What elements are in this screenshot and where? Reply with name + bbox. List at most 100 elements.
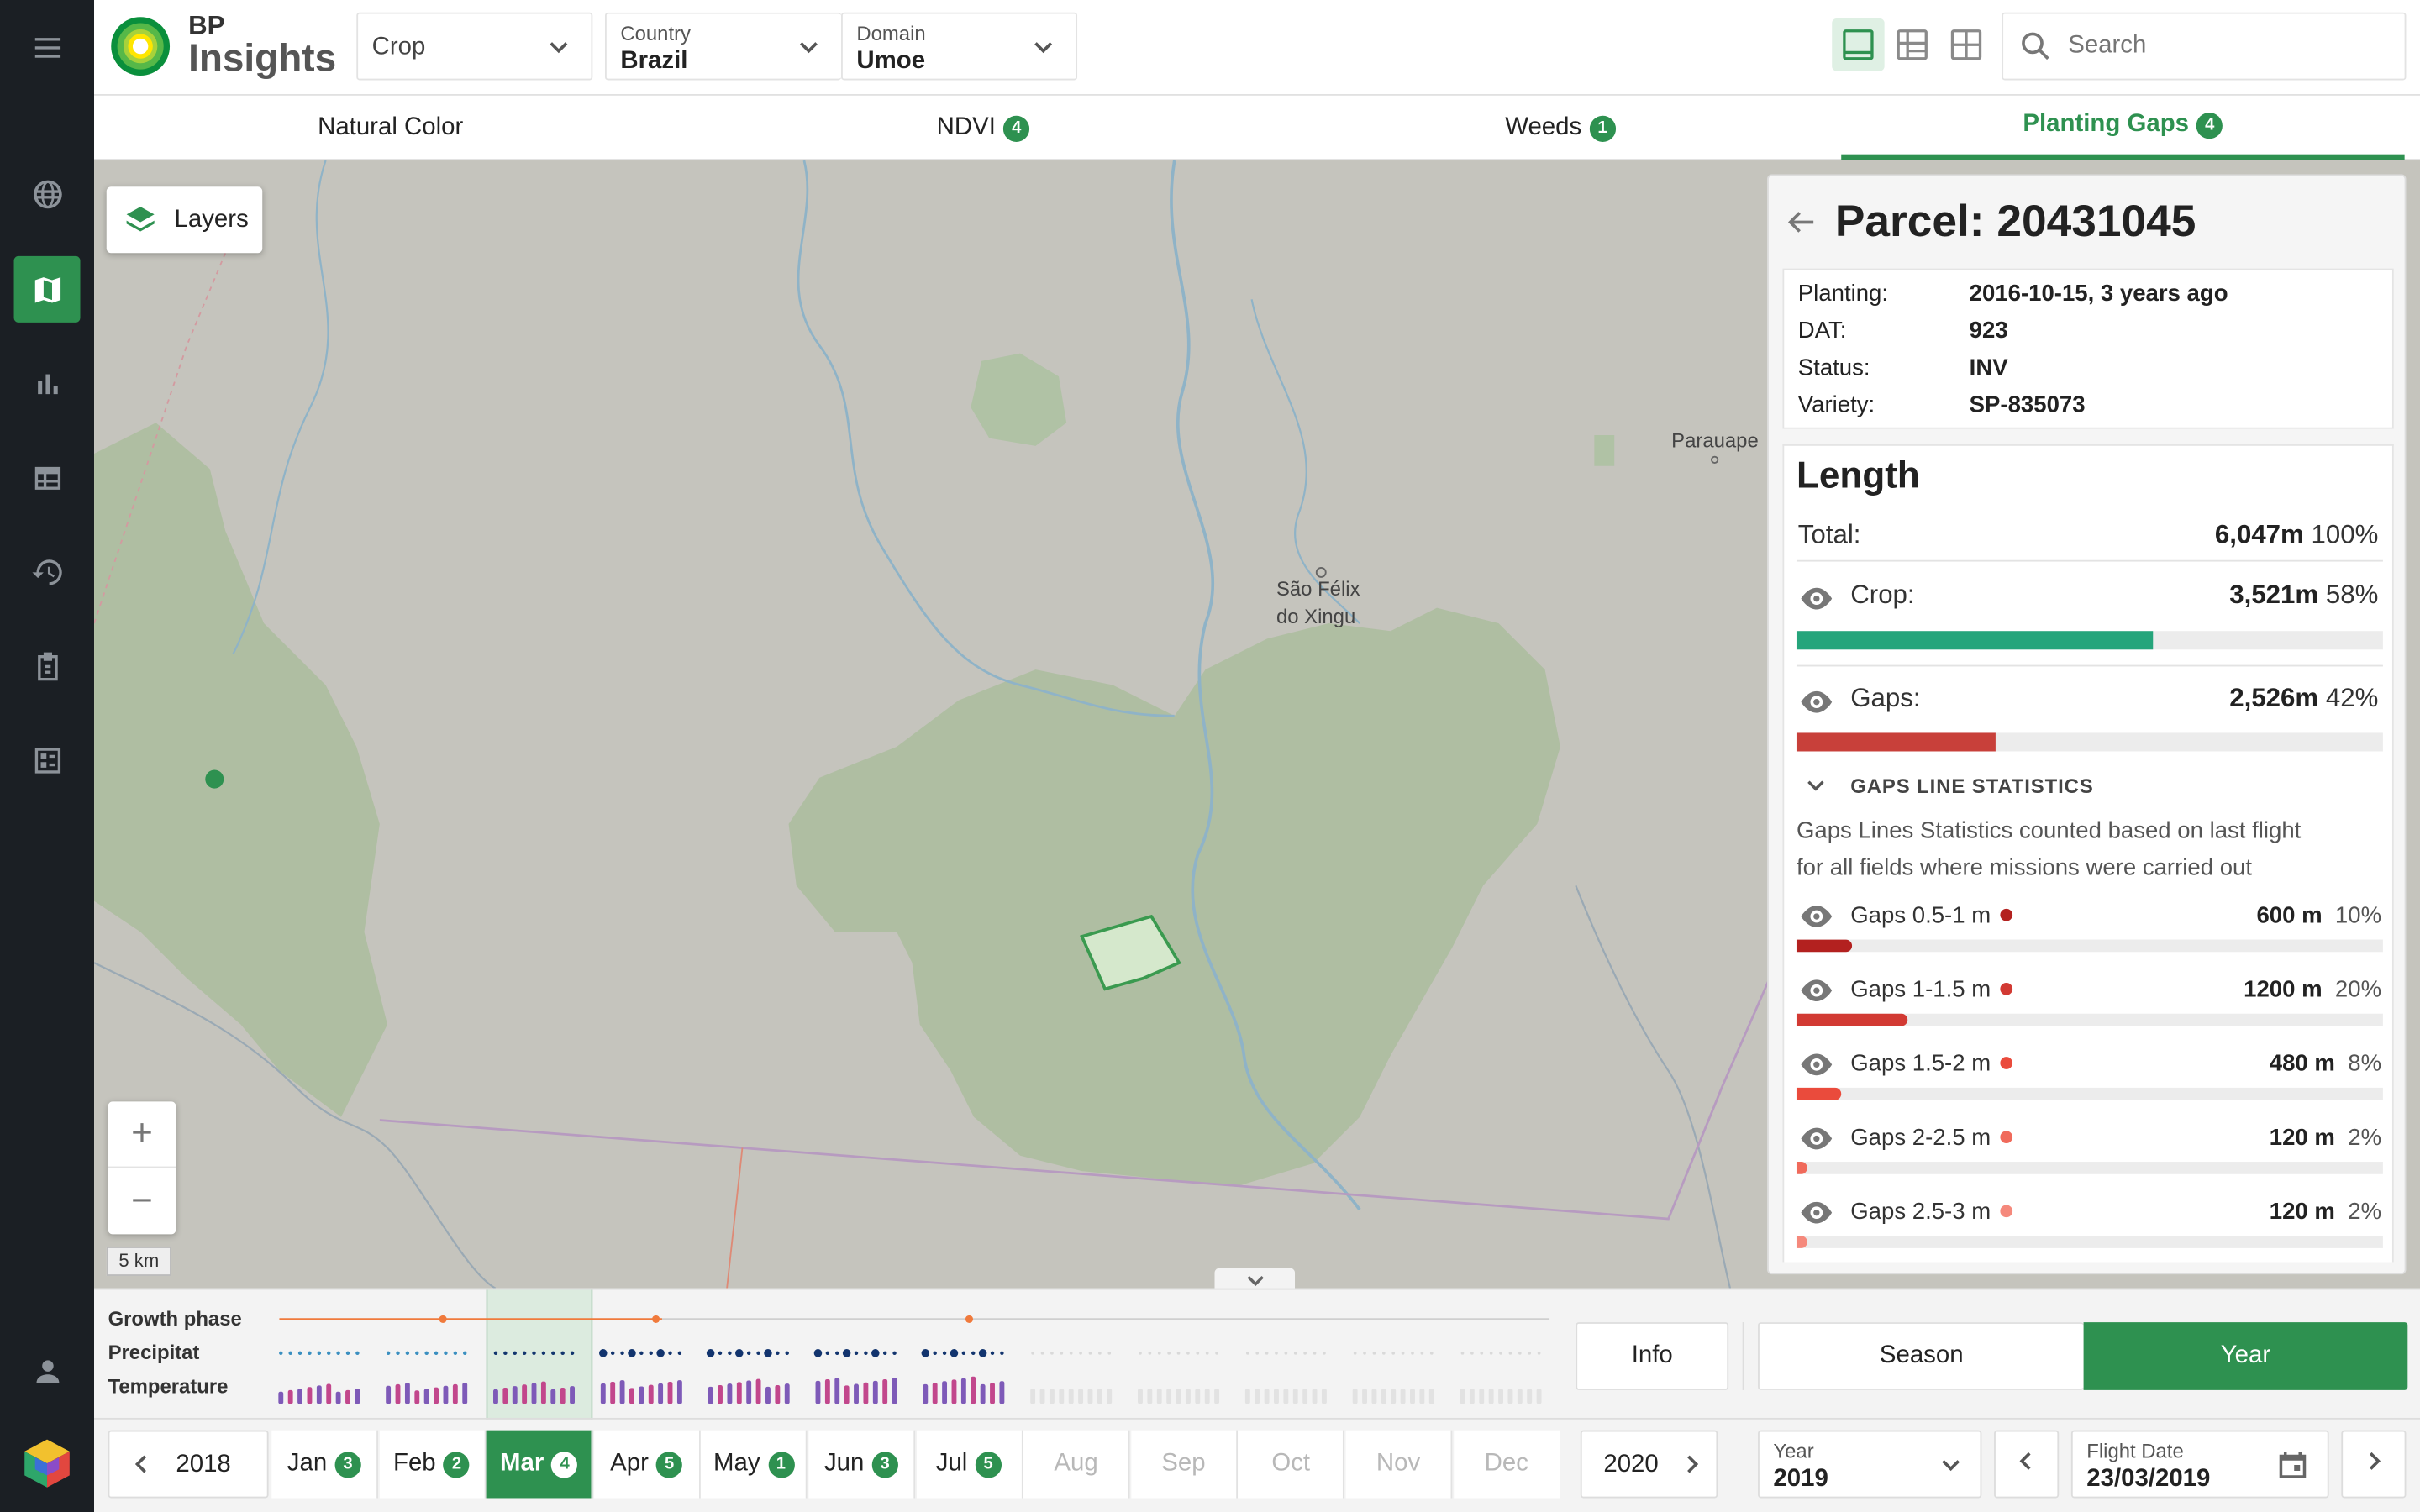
eye-icon[interactable] bbox=[1798, 1053, 1835, 1085]
gap-bar-track bbox=[1796, 1162, 2383, 1174]
gap-color-dot bbox=[2000, 1205, 2012, 1218]
month-strip: Jan 3 Feb 2 Mar 4 Apr 5 May 1 Jun 3 Jul 5 Aug Sep Oct Nov… bbox=[271, 1290, 1565, 1512]
chevron-down-icon bbox=[798, 35, 820, 57]
eye-icon[interactable] bbox=[1798, 690, 1835, 722]
month-may[interactable]: May 1 bbox=[701, 1430, 808, 1499]
crop-select[interactable]: Crop bbox=[356, 12, 593, 81]
gaps-label: Gaps: bbox=[1850, 683, 1921, 713]
collapse-timeline-button[interactable] bbox=[1214, 1268, 1296, 1289]
tab-label: Planting Gaps bbox=[2023, 111, 2190, 138]
gap-stat-label: Gaps 1.5-2 m bbox=[1850, 1051, 2012, 1077]
month-nov: Nov bbox=[1345, 1430, 1453, 1499]
month-label: Aug bbox=[1054, 1450, 1098, 1477]
parcel-title: Parcel: 20431045 bbox=[1834, 197, 2196, 247]
map-icon[interactable] bbox=[13, 255, 81, 323]
year-select[interactable]: Year 2019 bbox=[1758, 1430, 1982, 1499]
search-box[interactable] bbox=[2002, 12, 2407, 81]
gaps-bar-track bbox=[1796, 732, 2383, 752]
user-icon[interactable] bbox=[14, 1337, 81, 1404]
flight-date-picker[interactable]: Flight Date 23/03/2019 bbox=[2070, 1430, 2329, 1499]
gap-stat-value: 120 m 2% bbox=[2270, 1125, 2381, 1151]
tab-ndvi[interactable]: NDVI 4 bbox=[687, 96, 1279, 160]
layers-button[interactable]: Layers bbox=[106, 186, 263, 254]
info-key: DAT: bbox=[1797, 318, 1847, 344]
domain-select[interactable]: Domain Umoe bbox=[841, 12, 1078, 81]
tab-count-badge: 1 bbox=[1589, 114, 1616, 142]
back-arrow-icon[interactable] bbox=[1786, 207, 1817, 245]
month-jun[interactable]: Jun 3 bbox=[808, 1430, 916, 1499]
gaps-stats-list: Gaps 0.5-1 m 600 m 10% Gaps 1-1.5 m 1200 m … bbox=[1784, 902, 2395, 1273]
gaps-stats-heading[interactable]: GAPS LINE STATISTICS bbox=[1850, 774, 2093, 798]
gap-stat-label: Gaps 2-2.5 m bbox=[1850, 1125, 2012, 1151]
next-year-button[interactable]: 2020 bbox=[1580, 1430, 1718, 1499]
gap-color-dot bbox=[2000, 908, 2012, 921]
eye-icon[interactable] bbox=[1798, 978, 1835, 1011]
domain-value: Umoe bbox=[856, 47, 926, 75]
eye-icon[interactable] bbox=[1798, 904, 1835, 937]
eye-icon[interactable] bbox=[1798, 1126, 1835, 1159]
month-jan[interactable]: Jan 3 bbox=[271, 1430, 379, 1499]
eye-icon[interactable] bbox=[1798, 1200, 1835, 1233]
tab-weeds[interactable]: Weeds 1 bbox=[1280, 96, 1842, 160]
info-button[interactable]: Info bbox=[1576, 1322, 1729, 1390]
bp-logo-icon[interactable] bbox=[109, 15, 171, 76]
tab-natural-color[interactable]: Natural Color bbox=[94, 96, 687, 160]
parcel-info-card: Planting: 2016-10-15, 3 years ago DAT: 9… bbox=[1782, 268, 2394, 429]
length-card: Length Total: 6,047m 100% Crop: 3,521m 5… bbox=[1782, 444, 2394, 1263]
menu-icon[interactable] bbox=[14, 14, 81, 81]
length-title: Length bbox=[1796, 454, 1920, 497]
month-jul[interactable]: Jul 5 bbox=[916, 1430, 1023, 1499]
gaps-stats-desc: Gaps Lines Statistics counted based on l… bbox=[1796, 817, 2302, 844]
gap-stat-value: 1200 m 20% bbox=[2244, 977, 2381, 1003]
clipboard-icon[interactable] bbox=[14, 633, 81, 699]
month-mar[interactable]: Mar 4 bbox=[486, 1430, 593, 1499]
checklist-icon[interactable] bbox=[14, 727, 81, 793]
gap-stat-row: Gaps 0.5-1 m 600 m 10% bbox=[1784, 902, 2395, 976]
chevron-down-icon[interactable] bbox=[1806, 776, 1826, 804]
app-cube-logo[interactable] bbox=[20, 1436, 74, 1490]
timeline-panel: Growth phase Precipitat Temperature Info… bbox=[94, 1288, 2420, 1512]
bar-chart-icon[interactable] bbox=[14, 350, 81, 417]
zoom-out-button[interactable]: − bbox=[108, 1168, 176, 1234]
globe-icon[interactable] bbox=[14, 160, 81, 227]
zoom-controls: + − bbox=[108, 1101, 176, 1235]
total-percent: 100% bbox=[2311, 519, 2379, 549]
country-select[interactable]: Country Brazil bbox=[605, 12, 842, 81]
layer-tabs: Natural Color NDVI 4 Weeds 1 Planting Gaps… bbox=[94, 95, 2420, 161]
next-flight-button[interactable] bbox=[2341, 1430, 2407, 1499]
month-apr[interactable]: Apr 5 bbox=[593, 1430, 701, 1499]
info-label: Info bbox=[1631, 1341, 1673, 1369]
gap-color-dot bbox=[2000, 983, 2012, 995]
table-icon[interactable] bbox=[14, 444, 81, 511]
month-feb[interactable]: Feb 2 bbox=[379, 1430, 486, 1499]
tab-count-badge: 4 bbox=[1003, 114, 1030, 142]
history-icon[interactable] bbox=[14, 538, 81, 605]
zoom-in-button[interactable]: + bbox=[108, 1101, 176, 1168]
month-label: Sep bbox=[1161, 1450, 1206, 1477]
chevron-down-icon bbox=[548, 35, 570, 57]
gap-length: 120 m bbox=[2269, 1124, 2335, 1152]
prev-year-button[interactable]: 2018 bbox=[108, 1430, 269, 1499]
tab-planting-gaps[interactable]: Planting Gaps 4 bbox=[1841, 96, 2405, 161]
gap-stat-label: Gaps 0.5-1 m bbox=[1850, 902, 2012, 929]
gap-stat-label: Gaps 2.5-3 m bbox=[1850, 1199, 2012, 1225]
month-flight-count: 2 bbox=[443, 1451, 471, 1478]
eye-icon[interactable] bbox=[1798, 586, 1835, 619]
chevron-down-icon bbox=[1033, 35, 1055, 57]
month-label: Nov bbox=[1376, 1450, 1421, 1477]
layout-split-button[interactable] bbox=[1886, 18, 1938, 71]
gap-bar-track bbox=[1796, 939, 2383, 953]
month-flight-count: 5 bbox=[975, 1451, 1002, 1478]
year-toggle[interactable]: Year bbox=[2083, 1322, 2408, 1390]
scale-bar: 5 km bbox=[106, 1247, 171, 1276]
season-toggle[interactable]: Season bbox=[1758, 1322, 2084, 1390]
month-label: Jan bbox=[287, 1450, 328, 1477]
crop-percent: 58% bbox=[2325, 580, 2379, 610]
prev-flight-button[interactable] bbox=[1994, 1430, 2060, 1499]
search-input[interactable] bbox=[2068, 29, 2392, 64]
gaps-value: 2,526m 42% bbox=[2229, 684, 2378, 715]
month-oct: Oct bbox=[1238, 1430, 1345, 1499]
layout-single-button[interactable] bbox=[1832, 18, 1885, 71]
layout-grid-button[interactable] bbox=[1940, 18, 1992, 71]
month-label: Jul bbox=[935, 1450, 968, 1477]
